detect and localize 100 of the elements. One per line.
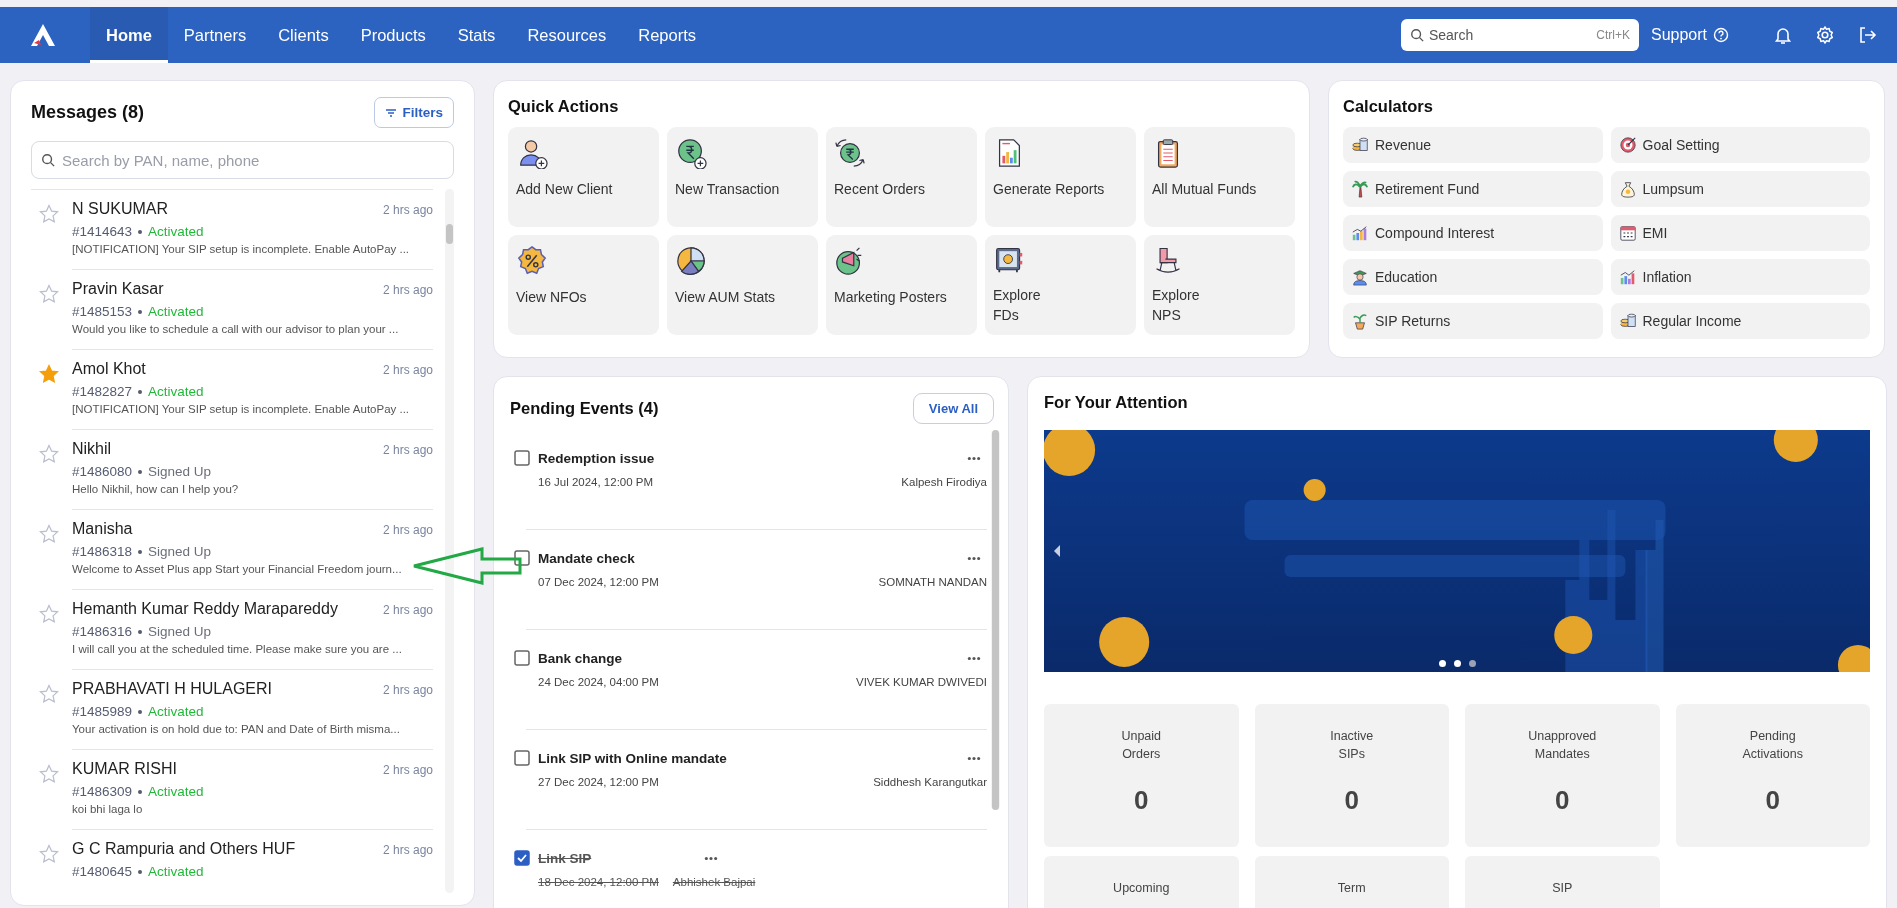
- event-owner: Siddhesh Karangutkar: [873, 776, 987, 788]
- logo-icon[interactable]: [30, 23, 56, 47]
- nav-tab[interactable]: Clients: [262, 7, 345, 63]
- percent-badge-icon: [516, 245, 548, 277]
- nav-tab[interactable]: Products: [344, 7, 442, 63]
- attention-tile[interactable]: Upcoming: [1044, 856, 1239, 908]
- shortcut-hint: Ctrl+K: [1596, 28, 1630, 42]
- attention-tile[interactable]: SIP: [1465, 856, 1660, 908]
- calculator-button[interactable]: Compound Interest: [1343, 215, 1603, 251]
- message-item[interactable]: Nikhil 2 hrs ago #1486080 Signed Up Hello Nikhil, how can I help you?: [31, 430, 433, 510]
- calculator-button[interactable]: SIP Returns: [1343, 303, 1603, 339]
- view-all-button[interactable]: View All: [912, 393, 994, 424]
- checkbox[interactable]: [514, 450, 530, 466]
- quick-action-tile[interactable]: Recent Orders: [826, 127, 977, 227]
- carousel-dot[interactable]: [1453, 660, 1461, 667]
- message-item[interactable]: Amol Khot 2 hrs ago #1482827 Activated [NOTIFICATION] Your SIP setup is incomplete. Enable AutoPay ...: [31, 350, 433, 430]
- event-title: Bank change: [538, 650, 623, 666]
- message-time: 2 hrs ago: [382, 683, 433, 697]
- event-date: 24 Dec 2024, 04:00 PM: [538, 676, 659, 688]
- scrollbar[interactable]: [991, 430, 1000, 810]
- client-status: Activated: [148, 704, 204, 719]
- calculator-button[interactable]: Inflation: [1610, 259, 1870, 295]
- star-outline-icon[interactable]: [39, 604, 59, 624]
- more-options-icon[interactable]: [967, 655, 981, 661]
- attention-tile[interactable]: Pending Activations 0: [1675, 704, 1870, 847]
- client-name: Pravin Kasar: [72, 280, 164, 298]
- calculator-button[interactable]: Retirement Fund: [1343, 171, 1603, 207]
- more-options-icon[interactable]: [967, 555, 981, 561]
- quick-action-tile[interactable]: Generate Reports: [985, 127, 1136, 227]
- nav-tab[interactable]: Resources: [511, 7, 623, 63]
- attention-tile[interactable]: Term: [1254, 856, 1449, 908]
- tile-count: 0: [1765, 785, 1780, 816]
- quick-action-tile[interactable]: Add New Client: [508, 127, 659, 227]
- more-options-icon[interactable]: [704, 855, 718, 861]
- star-outline-icon[interactable]: [39, 844, 59, 864]
- message-item[interactable]: Manisha 2 hrs ago #1486318 Signed Up Welcome to Asset Plus app Start your Financial Freedom journ...: [31, 510, 433, 590]
- quick-action-tile[interactable]: New Transaction: [667, 127, 818, 227]
- separator-dot-icon: [138, 629, 143, 634]
- quick-action-tile[interactable]: View AUM Stats: [667, 235, 818, 335]
- nav-tab[interactable]: Reports: [622, 7, 713, 63]
- message-item[interactable]: G C Rampuria and Others HUF 2 hrs ago #1480645 Activated: [31, 830, 433, 893]
- message-time: 2 hrs ago: [382, 763, 433, 777]
- client-id: #1486309: [72, 784, 133, 799]
- calculator-button[interactable]: Goal Setting: [1610, 127, 1870, 163]
- calculator-button[interactable]: EMI: [1610, 215, 1870, 251]
- coins-icon: [1351, 136, 1369, 154]
- quick-action-tile[interactable]: All Mutual Funds: [1144, 127, 1295, 227]
- message-item[interactable]: N SUKUMAR 2 hrs ago #1414643 Activated [NOTIFICATION] Your SIP setup is incomplete. Enable AutoPay ...: [31, 190, 433, 270]
- star-outline-icon[interactable]: [39, 524, 59, 544]
- growth-chart-icon: [1351, 224, 1369, 242]
- message-item[interactable]: Hemanth Kumar Reddy Marapareddy 2 hrs ago #1486316 Signed Up I will call you at the scheduled time. Please make sure you are ...: [31, 590, 433, 670]
- star-outline-icon[interactable]: [39, 684, 59, 704]
- message-item[interactable]: PRABHAVATI H HULAGERI 2 hrs ago #1485989 Activated Your activation is on hold due to: PAN and Date of Birth misma...: [31, 670, 433, 750]
- attention-tile[interactable]: Unapproved Mandates 0: [1465, 704, 1660, 847]
- calculator-button[interactable]: Lumpsum: [1610, 171, 1870, 207]
- client-id: #1486316: [72, 624, 133, 639]
- scrollbar[interactable]: [445, 189, 454, 893]
- checkbox[interactable]: [514, 850, 530, 866]
- message-item[interactable]: Pravin Kasar 2 hrs ago #1485153 Activated Would you like to schedule a call with our advisor to plan your ...: [31, 270, 433, 350]
- quick-action-tile[interactable]: Explore FDs: [985, 235, 1136, 335]
- nav-tab[interactable]: Partners: [167, 7, 263, 63]
- logout-icon[interactable]: [1857, 25, 1877, 45]
- star-outline-icon[interactable]: [39, 764, 59, 784]
- attention-tile[interactable]: Unpaid Orders 0: [1044, 704, 1239, 847]
- more-options-icon[interactable]: [967, 755, 981, 761]
- checkbox[interactable]: [514, 750, 530, 766]
- message-preview: Welcome to Asset Plus app Start your Financial Freedom journ...: [72, 563, 403, 575]
- star-outline-icon[interactable]: [39, 204, 59, 224]
- support-link[interactable]: Support: [1650, 26, 1729, 44]
- more-options-icon[interactable]: [967, 455, 981, 461]
- separator-dot-icon: [138, 549, 143, 554]
- message-preview: [NOTIFICATION] Your SIP setup is incomplete. Enable AutoPay ...: [72, 403, 411, 415]
- message-item[interactable]: KUMAR RISHI 2 hrs ago #1486309 Activated koi bhi laga lo: [31, 750, 433, 830]
- filters-button[interactable]: Filters: [374, 97, 454, 128]
- attention-tile[interactable]: Inactive SIPs 0: [1254, 704, 1449, 847]
- quick-action-tile[interactable]: Explore NPS: [1144, 235, 1295, 335]
- carousel-dot[interactable]: [1468, 660, 1476, 667]
- client-name: N SUKUMAR: [72, 200, 168, 218]
- quick-action-tile[interactable]: Marketing Posters: [826, 235, 977, 335]
- nav-tab[interactable]: Stats: [441, 7, 512, 63]
- carousel-previous-icon[interactable]: [1053, 544, 1061, 558]
- client-id: #1414643: [72, 224, 133, 239]
- search-icon: [1409, 28, 1424, 42]
- calculator-button[interactable]: Revenue: [1343, 127, 1603, 163]
- notification-bell-icon[interactable]: [1773, 25, 1793, 45]
- nav-tab[interactable]: Home: [90, 7, 168, 63]
- filled-star-icon[interactable]: [39, 364, 59, 384]
- tile-count: 0: [1344, 785, 1359, 816]
- calculator-button[interactable]: Education: [1343, 259, 1603, 295]
- quick-action-tile[interactable]: View NFOs: [508, 235, 659, 335]
- carousel-dot[interactable]: [1438, 660, 1446, 667]
- checkbox[interactable]: [514, 650, 530, 666]
- event-title: Redemption issue: [538, 450, 655, 466]
- star-outline-icon[interactable]: [39, 284, 59, 304]
- settings-icon[interactable]: [1815, 25, 1835, 45]
- client-status: Activated: [148, 864, 204, 879]
- search-field[interactable]: Search by PAN, name, phone: [31, 141, 454, 179]
- calculator-button[interactable]: Regular Income: [1610, 303, 1870, 339]
- message-time: 2 hrs ago: [382, 523, 433, 537]
- star-outline-icon[interactable]: [39, 444, 59, 464]
